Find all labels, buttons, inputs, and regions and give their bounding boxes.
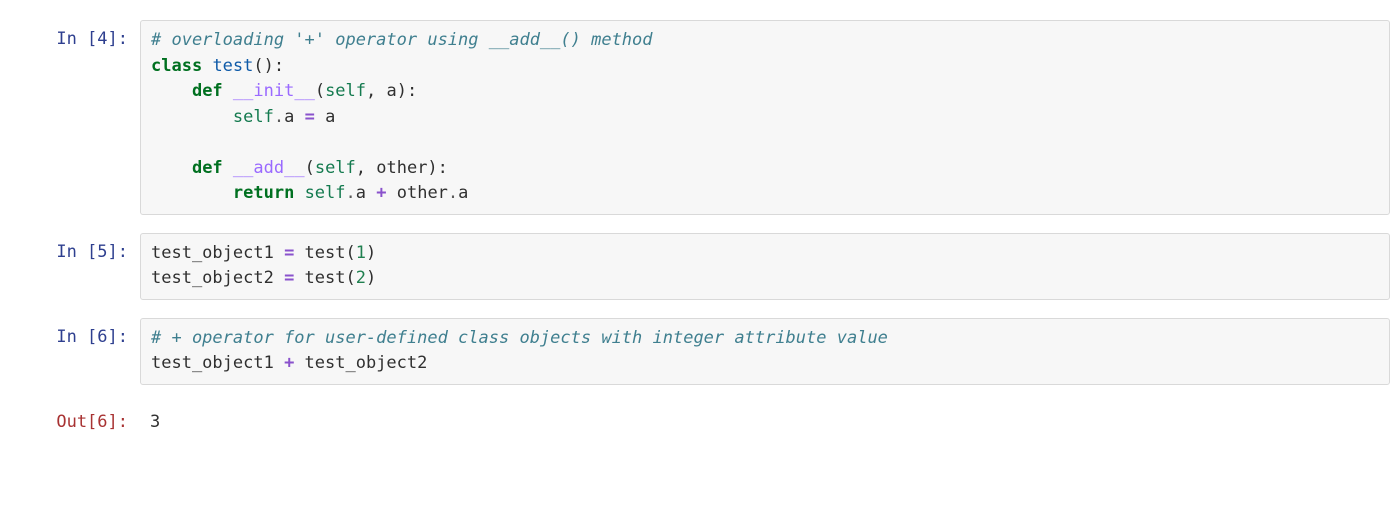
- code-token: a: [458, 183, 468, 203]
- code-cell: In [6]: # + operator for user-defined cla…: [10, 318, 1390, 385]
- input-prompt: In [4]:: [10, 20, 140, 53]
- code-token: +: [376, 183, 386, 203]
- code-token: +: [284, 353, 294, 373]
- code-token: self: [325, 81, 366, 101]
- code-token: 3: [150, 412, 160, 432]
- code-input-area[interactable]: test_object1 = test(1) test_object2 = te…: [140, 233, 1390, 300]
- output-cell: Out[6]: 3: [10, 403, 1390, 443]
- code-token: ): [366, 268, 376, 288]
- code-token: =: [284, 268, 294, 288]
- input-prompt: In [6]:: [10, 318, 140, 351]
- code-token: (: [305, 158, 315, 178]
- code-token: =: [305, 107, 315, 127]
- code-token: .: [346, 183, 356, 203]
- code-token: test(: [294, 243, 355, 263]
- code-token: self: [233, 107, 274, 127]
- code-token: a: [356, 183, 376, 203]
- code-input-area[interactable]: # + operator for user-defined class obje…: [140, 318, 1390, 385]
- output-area: 3: [140, 403, 1390, 443]
- code-token: [223, 158, 233, 178]
- code-token: # + operator for user-defined class obje…: [151, 328, 888, 348]
- code-input-area[interactable]: # overloading '+' operator using __add__…: [140, 20, 1390, 215]
- code-token: def: [192, 158, 223, 178]
- code-token: .: [448, 183, 458, 203]
- code-token: __add__: [233, 158, 305, 178]
- code-token: return: [233, 183, 294, 203]
- code-token: [294, 183, 304, 203]
- code-cell: In [4]: # overloading '+' operator using …: [10, 20, 1390, 215]
- code-token: a: [284, 107, 304, 127]
- code-token: __init__: [233, 81, 315, 101]
- code-token: (: [315, 81, 325, 101]
- code-token: [223, 81, 233, 101]
- code-token: test_object1: [151, 353, 284, 373]
- code-token: 2: [356, 268, 366, 288]
- code-token: self: [305, 183, 346, 203]
- code-token: self: [315, 158, 356, 178]
- code-token: [202, 56, 212, 76]
- input-prompt: In [5]:: [10, 233, 140, 266]
- code-token: # overloading '+' operator using __add__…: [151, 30, 653, 50]
- code-token: test_object1: [151, 243, 284, 263]
- code-token: other: [387, 183, 448, 203]
- code-token: 1: [356, 243, 366, 263]
- code-token: test_object2: [294, 353, 427, 373]
- code-token: .: [274, 107, 284, 127]
- code-token: test(: [294, 268, 355, 288]
- code-cell: In [5]:test_object1 = test(1) test_objec…: [10, 233, 1390, 300]
- notebook-container: In [4]: # overloading '+' operator using …: [10, 20, 1390, 442]
- code-token: =: [284, 243, 294, 263]
- code-token: def: [192, 81, 223, 101]
- code-token: class: [151, 56, 202, 76]
- output-prompt: Out[6]:: [10, 403, 140, 436]
- code-token: test: [212, 56, 253, 76]
